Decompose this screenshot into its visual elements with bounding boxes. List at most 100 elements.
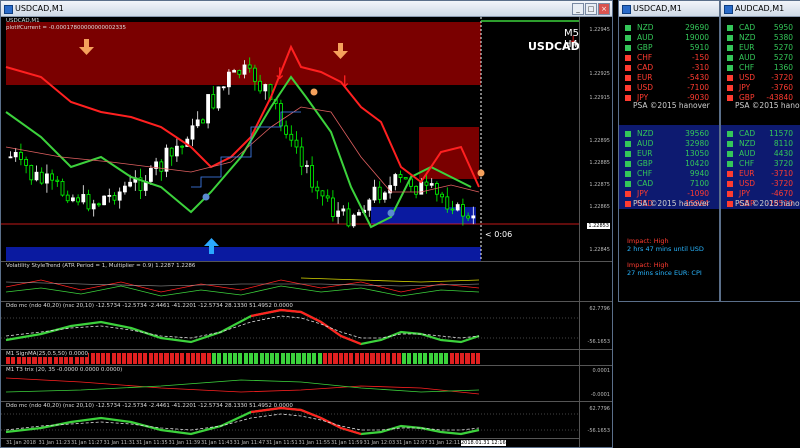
volatility-axis[interactable] [579, 262, 612, 302]
sell-signal-arrow-2: ↓ [338, 72, 351, 91]
strength-row: GBP 10420 [625, 159, 709, 169]
strength-square-icon [625, 191, 631, 197]
candle-body [398, 174, 403, 178]
candle-body [429, 183, 434, 186]
usdcad-chart-window[interactable]: USDCAD,M1 _ □ × ↓ ↓ ↓ USDCAD,M1 plotlfCu… [0, 0, 613, 448]
ddo-label-1: Ddo mc (ndo 40,20) (nsc 20,10) -12.5734 … [6, 303, 293, 309]
main-price-pane[interactable]: ↓ ↓ ↓ ↘ → USDCAD,M1 plotlfCurrent = -0.0… [1, 17, 612, 261]
audcad-panel-titlebar[interactable]: AUDCAD,M1 [721, 1, 800, 17]
news-2-text: 27 mins since EUR: CPI [627, 269, 702, 277]
candle-body [65, 194, 70, 202]
currency-code: CAD [637, 179, 654, 188]
candle-body [424, 181, 429, 186]
signma-pane[interactable]: M1 SignMA(25,0.5,50) 0.0000 [1, 349, 612, 366]
strength-square-icon [727, 95, 733, 101]
strength-value: 1360 [773, 63, 793, 72]
candle-body [304, 165, 309, 167]
signma-bar [196, 353, 201, 364]
audcad-strength-window[interactable]: AUDCAD,M1 CAD 5950 NZD 5380 EUR 5270 AUD 5270 CH… [720, 0, 800, 302]
strength-value: 8110 [773, 139, 793, 148]
strength-value: 32980 [685, 139, 709, 148]
signma-bar [169, 353, 174, 364]
t3-trix-pane[interactable]: M1 T3 trix (20, 35 -0.0000 0.0000 0.0000… [1, 365, 612, 402]
chart-title: USDCAD,M1 [15, 4, 64, 13]
candle-body [460, 204, 465, 217]
currency-code: AUD [739, 53, 756, 62]
candle-body [320, 190, 325, 197]
main-pane-symbol-label: USDCAD,M1 [6, 18, 40, 24]
candle-body [294, 139, 299, 148]
signma-bar [280, 353, 285, 364]
volatility-pane[interactable]: Volatility StyleTrend (ATR Period = 1, M… [1, 261, 612, 302]
time-tick-label: 31 Jan 11:43 [201, 440, 233, 446]
news-1-title: Impact: High [627, 237, 669, 245]
signma-label: M1 SignMA(25,0.5,50) 0.0000 [6, 351, 89, 357]
price-axis[interactable]: 1.22945 1.22925 1.22915 1.22895 1.22885 … [579, 17, 612, 261]
time-tick-label: 31 Jan 11:47 [233, 440, 266, 446]
signma-bar [407, 353, 412, 364]
strength-square-icon [727, 25, 733, 31]
current-price-tag: 1.22853 [587, 223, 610, 229]
ddo-pane-1[interactable]: Ddo mc (ndo 40,20) (nsc 20,10) -12.5734 … [1, 301, 612, 350]
price-chart[interactable]: ↓ ↓ ↓ ↘ → [1, 17, 580, 261]
signma-bar [291, 353, 296, 364]
usdcad-psa-text: PSA ©2015 hanover [633, 101, 710, 110]
strength-value: -150 [691, 53, 709, 62]
signma-axis[interactable] [579, 350, 612, 366]
currency-code: GBP [637, 43, 653, 52]
time-tick-label: 31 Jan 11:59 [331, 440, 363, 446]
signma-bar [470, 353, 475, 364]
signma-bar [185, 353, 190, 364]
candle-body [128, 181, 132, 187]
signma-bar [153, 353, 158, 364]
close-button[interactable]: × [598, 3, 610, 15]
signma-bar [439, 353, 444, 364]
maximize-button[interactable]: □ [585, 3, 597, 15]
ddo-axis-2[interactable]: 62.7796 -56.1653 [579, 402, 612, 447]
ddo-chart-1 [1, 308, 580, 346]
strength-square-icon [727, 75, 733, 81]
chart-window-icon [4, 5, 13, 14]
candle-body [372, 186, 377, 201]
signma-bar [122, 353, 127, 364]
time-axis[interactable]: 31 Jan 2018 31 Jan 11:23 31 Jan 11:27 31 Ja… [1, 438, 580, 447]
signma-bar [233, 353, 238, 364]
currency-code: AUD [739, 149, 756, 158]
signma-bar [338, 353, 343, 364]
strength-row: CHF 9940 [625, 169, 709, 179]
resistance-zone [6, 22, 481, 85]
panel-window-icon [622, 5, 631, 14]
signma-bar [238, 353, 243, 364]
signma-bar [243, 353, 248, 364]
strength-square-icon [625, 25, 631, 31]
strength-square-icon [625, 131, 631, 137]
usdcad-strength-window[interactable]: USDCAD,M1 NZD 29690 AUD 19000 GBP 5910 CHF -150… [618, 0, 720, 302]
strength-value: -3720 [771, 179, 793, 188]
time-tick-label: 31 Jan 11:23 [38, 440, 71, 446]
strength-row: AUD 4430 [727, 149, 793, 159]
candle-body [263, 84, 268, 92]
usdcad-panel-titlebar[interactable]: USDCAD,M1 [619, 1, 719, 17]
strength-square-icon [625, 171, 631, 177]
ddo-pane-2[interactable]: Ddo mc (ndo 40,20) (nsc 20,10) -12.5734 … [1, 401, 612, 447]
candle-body [112, 195, 117, 201]
currency-code: NZD [637, 129, 654, 138]
strength-row: EUR 5270 [727, 43, 793, 53]
ddo-label-2: Ddo mc (ndo 40,20) (nsc 20,10) -12.5734 … [6, 403, 293, 409]
fast-ma-line [5, 106, 480, 193]
candle-body [247, 64, 252, 69]
chart-titlebar[interactable]: USDCAD,M1 _ □ × [1, 1, 612, 17]
signma-bar [190, 353, 195, 364]
candle-body [174, 145, 179, 157]
candle-body [471, 215, 476, 219]
time-tick-label: 31 Jan 11:51 [266, 440, 298, 446]
candle-body [252, 67, 257, 82]
ddo-axis-1[interactable]: 62.7796 -56.1653 [579, 302, 612, 350]
time-tick-label: 2018.01.31 12:16 [461, 440, 506, 446]
strength-value: -310 [691, 63, 709, 72]
minimize-button[interactable]: _ [572, 3, 584, 15]
strength-row: NZD 39560 [625, 129, 709, 139]
t3-trix-axis[interactable]: 0.0001 -0.0001 [579, 366, 612, 402]
currency-code: EUR [739, 43, 755, 52]
strength-row: GBP 5910 [625, 43, 709, 53]
